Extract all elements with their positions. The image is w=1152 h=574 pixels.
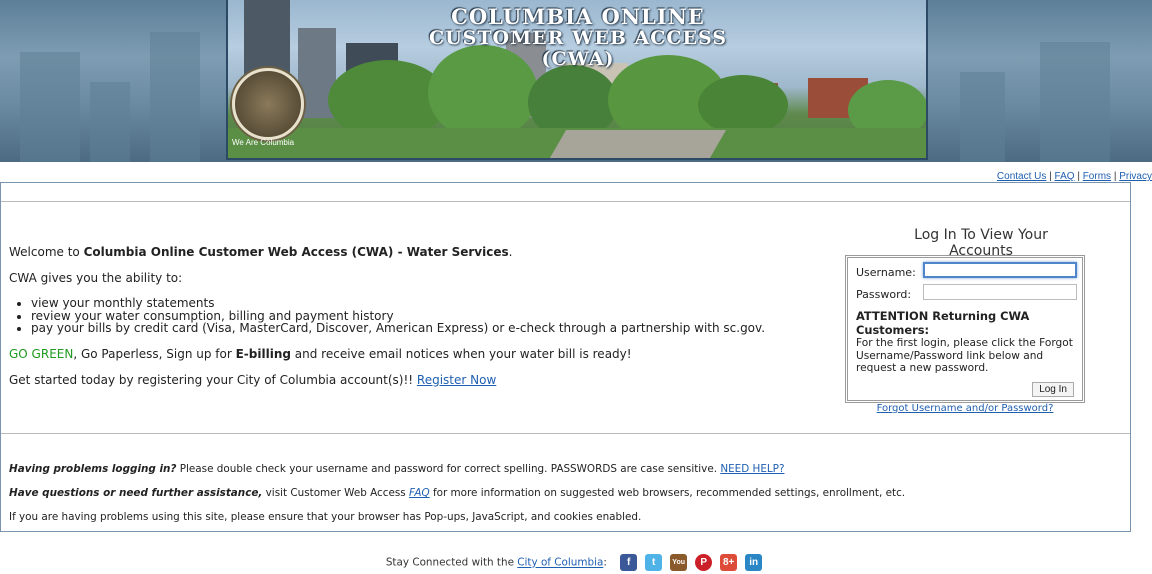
faq-link[interactable]: FAQ: [1055, 171, 1075, 182]
list-item: view your monthly statements: [31, 297, 829, 310]
feature-list: view your monthly statements review your…: [9, 297, 829, 335]
welcome-intro: Welcome to Columbia Online Customer Web …: [9, 245, 513, 259]
login-problems-text: Having problems logging in? Please doubl…: [9, 463, 785, 475]
divider: [1, 201, 1130, 202]
seal-tagline: We Are Columbia: [232, 138, 295, 147]
list-item: pay your bills by credit card (Visa, Mas…: [31, 322, 829, 335]
need-help-link[interactable]: NEED HELP?: [720, 463, 784, 475]
banner-image: COLUMBIA ONLINE CUSTOMER WEB ACCESS (CWA…: [226, 0, 928, 160]
youtube-icon[interactable]: You: [670, 554, 688, 571]
questions-text: Have questions or need further assistanc…: [9, 487, 906, 499]
social-links: f t You P 8+ in: [616, 554, 766, 571]
link-separator: |: [1111, 171, 1120, 182]
password-input[interactable]: [923, 284, 1077, 300]
city-seal-logo: [232, 68, 304, 140]
googleplus-icon[interactable]: 8+: [720, 554, 738, 571]
facebook-icon[interactable]: f: [620, 554, 638, 571]
header-banner: COLUMBIA ONLINE CUSTOMER WEB ACCESS (CWA…: [0, 0, 1152, 162]
stay-connected-text: Stay Connected with the City of Columbia…: [385, 556, 607, 569]
help-section: Having problems logging in? Please doubl…: [9, 463, 905, 535]
get-started-text: Get started today by registering your Ci…: [9, 372, 497, 387]
ability-text: CWA gives you the ability to:: [9, 271, 183, 285]
banner-title: COLUMBIA ONLINE CUSTOMER WEB ACCESS (CWA…: [398, 5, 758, 70]
username-label: Username:: [856, 266, 916, 279]
welcome-section: Welcome to Columbia Online Customer Web …: [9, 245, 829, 399]
attention-text: For the first login, please click the Fo…: [856, 337, 1073, 375]
contact-us-link[interactable]: Contact Us: [997, 171, 1046, 182]
go-green-text: GO GREEN, Go Paperless, Sign up for E-bi…: [9, 346, 632, 361]
forgot-credentials-link[interactable]: Forgot Username and/or Password?: [877, 403, 1054, 414]
link-separator: |: [1046, 171, 1055, 182]
go-green-label: GO GREEN: [9, 346, 74, 361]
top-links: Contact Us | FAQ | Forms | Privacy: [997, 171, 1152, 182]
city-of-columbia-link[interactable]: City of Columbia: [517, 557, 603, 569]
divider: [1, 433, 1130, 434]
banner-title-line2: CUSTOMER WEB ACCESS (CWA): [428, 27, 727, 70]
login-problems-heading: Having problems logging in?: [9, 463, 177, 475]
linkedin-icon[interactable]: in: [745, 554, 763, 571]
footer: Stay Connected with the City of Columbia…: [0, 554, 1152, 571]
username-input[interactable]: [923, 262, 1077, 278]
questions-heading: Have questions or need further assistanc…: [9, 487, 263, 499]
banner-title-line1: COLUMBIA ONLINE: [451, 4, 705, 29]
browser-note: If you are having problems using this si…: [9, 511, 642, 523]
password-label: Password:: [856, 288, 912, 301]
twitter-icon[interactable]: t: [645, 554, 663, 571]
login-form: Username: Password: ATTENTION Returning …: [845, 255, 1085, 414]
main-content-box: Welcome to Columbia Online Customer Web …: [0, 182, 1131, 532]
attention-notice: ATTENTION Returning CWA Customers: For t…: [856, 310, 1074, 375]
product-name: Columbia Online Customer Web Access (CWA…: [83, 245, 509, 259]
login-button[interactable]: Log In: [1032, 381, 1074, 397]
privacy-link[interactable]: Privacy: [1119, 171, 1152, 182]
attention-heading: ATTENTION Returning CWA Customers:: [856, 309, 1030, 337]
pinterest-icon[interactable]: P: [695, 554, 713, 571]
cwa-faq-link[interactable]: FAQ: [409, 487, 430, 499]
ebilling-label: E-billing: [235, 346, 291, 361]
forms-link[interactable]: Forms: [1083, 171, 1111, 182]
link-separator: |: [1074, 171, 1083, 182]
register-now-link[interactable]: Register Now: [417, 373, 496, 387]
